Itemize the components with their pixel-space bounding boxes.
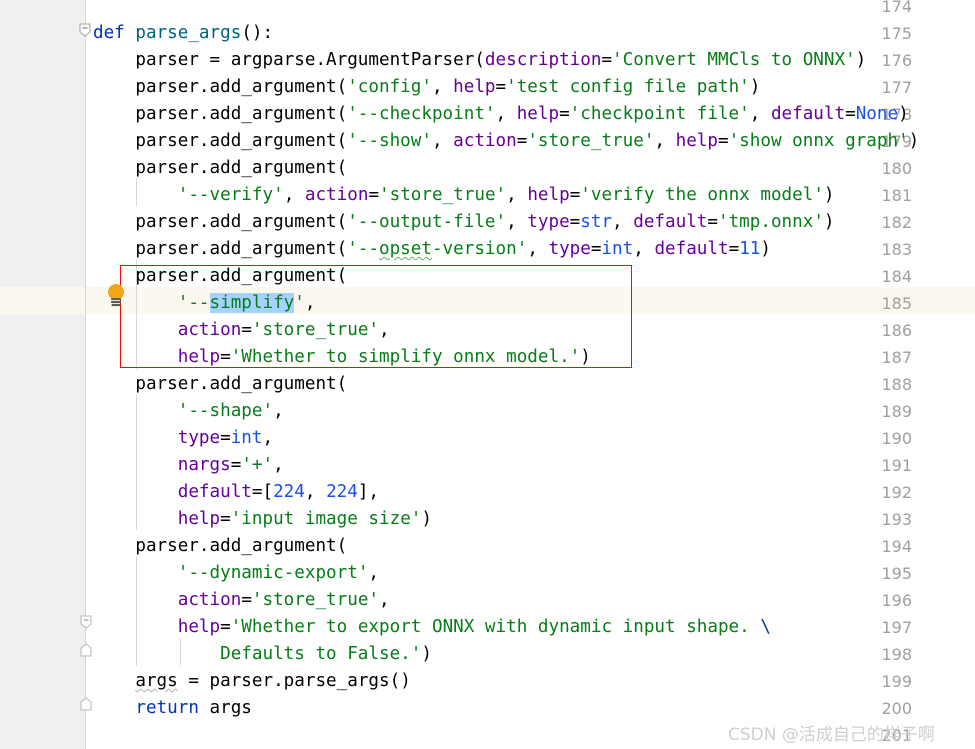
fold-marker-region-start-icon[interactable] [78,613,94,631]
code-line-192[interactable]: default=[224, 224], [93,479,379,506]
fold-marker-collapse-icon[interactable] [76,21,94,39]
code-line-199[interactable]: args = parser.parse_args() [93,668,410,695]
code-line-176[interactable]: parser = argparse.ArgumentParser(descrip… [93,47,866,74]
code-line-195[interactable]: '--dynamic-export', [93,560,379,587]
code-line-196[interactable]: action='store_true', [93,587,390,614]
code-editor[interactable]: 174 175 176 177 178 179 180 181 182 183 184 185 186 1… [0,0,975,749]
code-line-180[interactable]: parser.add_argument( [93,155,347,182]
code-line-177[interactable]: parser.add_argument('config', help='test… [93,74,760,101]
fold-marker-region-end-icon[interactable] [78,641,94,659]
code-line-189[interactable]: '--shape', [93,398,284,425]
watermark-text: CSDN @活成自己的样子啊 [728,725,935,745]
code-line-194[interactable]: parser.add_argument( [93,533,347,560]
code-line-191[interactable]: nargs='+', [93,452,284,479]
code-line-175[interactable]: def parse_args(): [93,20,273,47]
code-line-186[interactable]: action='store_true', [93,317,390,344]
code-line-179[interactable]: parser.add_argument('--show', action='st… [93,128,919,155]
code-line-198[interactable]: Defaults to False.') [93,641,432,668]
code-line-183[interactable]: parser.add_argument('--opset-version', t… [93,236,771,263]
code-text-area[interactable]: def parse_args(): parser = argparse.Argu… [0,0,975,749]
code-line-184[interactable]: parser.add_argument( [93,263,347,290]
code-line-197[interactable]: help='Whether to export ONNX with dynami… [93,614,771,641]
code-line-181[interactable]: '--verify', action='store_true', help='v… [93,182,835,209]
code-line-182[interactable]: parser.add_argument('--output-file', typ… [93,209,834,236]
code-line-193[interactable]: help='input image size') [93,506,432,533]
code-line-190[interactable]: type=int, [93,425,273,452]
code-line-188[interactable]: parser.add_argument( [93,371,347,398]
code-line-200[interactable]: return args [93,695,252,722]
lightbulb-icon[interactable] [105,283,127,309]
code-line-187[interactable]: help='Whether to simplify onnx model.') [93,344,591,371]
code-line-178[interactable]: parser.add_argument('--checkpoint', help… [93,101,908,128]
fold-marker-function-end-icon[interactable] [78,695,94,713]
